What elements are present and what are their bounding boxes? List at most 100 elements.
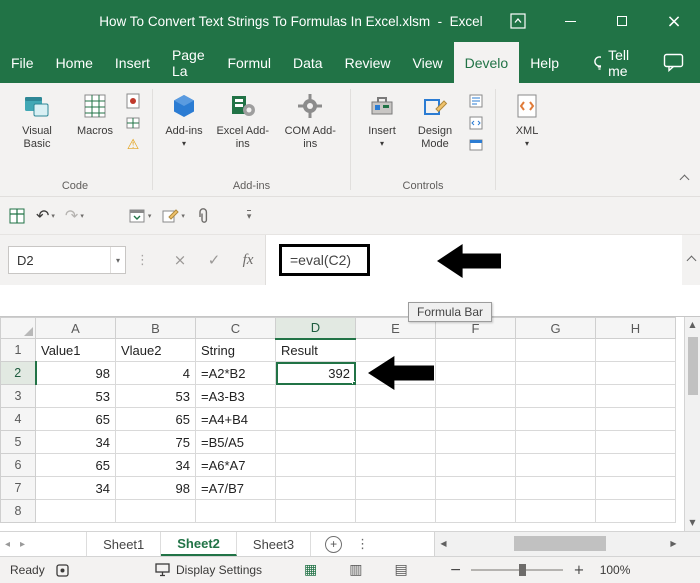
horizontal-scrollbar-track[interactable] [452, 532, 665, 556]
sheet-tab-sheet3[interactable]: Sheet3 [237, 532, 312, 556]
cell-F7[interactable] [435, 476, 516, 500]
cell-C6[interactable]: =A6*A7 [195, 453, 276, 477]
zoom-out-button[interactable]: − [450, 562, 462, 578]
sheet-tab-sheet1[interactable]: Sheet1 [86, 532, 162, 556]
sheet-tab-sheet2[interactable]: Sheet2 [161, 532, 237, 556]
scroll-left-icon[interactable]: ◀ [435, 536, 452, 552]
sheet-nav-right-icon[interactable]: ▸ [15, 532, 30, 556]
cell-D4[interactable] [275, 407, 356, 431]
page-layout-view-button[interactable]: ▥ [349, 562, 362, 578]
cell-H4[interactable] [595, 407, 676, 431]
cell-B1[interactable]: Vlaue2 [115, 338, 196, 362]
insert-controls-button[interactable]: Insert ▾ [357, 85, 407, 150]
normal-view-button[interactable]: ▦ [304, 562, 317, 578]
cell-G1[interactable] [515, 338, 596, 362]
row-header-1[interactable]: 1 [0, 338, 36, 362]
new-sheet-button[interactable]: + [325, 535, 343, 553]
cell-C5[interactable]: =B5/A5 [195, 430, 276, 454]
cell-A5[interactable]: 34 [35, 430, 116, 454]
cell-B3[interactable]: 53 [115, 384, 196, 408]
column-header-H[interactable]: H [595, 317, 676, 339]
cell-D5[interactable] [275, 430, 356, 454]
cell-F6[interactable] [435, 453, 516, 477]
visual-basic-button[interactable]: Visual Basic [4, 85, 70, 153]
view-code-icon[interactable] [467, 115, 485, 131]
sheet-nav-left-icon[interactable]: ◂ [0, 532, 15, 556]
select-all-button[interactable] [0, 317, 36, 339]
record-macro-icon[interactable] [124, 93, 142, 109]
cell-C1[interactable]: String [195, 338, 276, 362]
cell-H6[interactable] [595, 453, 676, 477]
run-dialog-icon[interactable] [467, 137, 485, 153]
cell-D1[interactable]: Result [275, 338, 356, 362]
comments-button[interactable] [647, 42, 700, 83]
cell-E7[interactable] [355, 476, 436, 500]
cell-B5[interactable]: 75 [115, 430, 196, 454]
row-header-2[interactable]: 2 [0, 361, 37, 385]
cell-G4[interactable] [515, 407, 596, 431]
vertical-scrollbar-thumb[interactable] [687, 337, 698, 395]
cell-E6[interactable] [355, 453, 436, 477]
row-header-4[interactable]: 4 [0, 407, 36, 431]
com-add-ins-button[interactable]: COM Add-ins [277, 85, 345, 153]
tab-review[interactable]: Review [334, 42, 402, 83]
cell-H7[interactable] [595, 476, 676, 500]
scroll-down-icon[interactable]: ▼ [689, 515, 695, 531]
cell-C4[interactable]: =A4+B4 [195, 407, 276, 431]
cell-H1[interactable] [595, 338, 676, 362]
cell-G6[interactable] [515, 453, 596, 477]
edit-tool-button[interactable]: ▾ [161, 207, 185, 225]
cell-F3[interactable] [435, 384, 516, 408]
xml-button[interactable]: XML ▾ [502, 85, 552, 150]
name-box-dropdown-icon[interactable]: ▾ [109, 247, 125, 273]
cell-A2[interactable]: 98 [35, 361, 116, 385]
tell-me-box[interactable]: Tell me [580, 42, 647, 83]
row-header-7[interactable]: 7 [0, 476, 36, 500]
cell-A4[interactable]: 65 [35, 407, 116, 431]
zoom-in-button[interactable]: + [573, 563, 584, 578]
cell-E5[interactable] [355, 430, 436, 454]
name-box[interactable]: D2 ▾ [8, 246, 126, 274]
cell-G5[interactable] [515, 430, 596, 454]
relative-references-icon[interactable] [124, 115, 142, 131]
vertical-scrollbar[interactable]: ▲ ▼ [684, 317, 700, 531]
cell-F5[interactable] [435, 430, 516, 454]
redo-button[interactable]: ↷ ▾ [65, 206, 84, 225]
cell-H5[interactable] [595, 430, 676, 454]
column-header-A[interactable]: A [35, 317, 116, 339]
cell-C2[interactable]: =A2*B2 [195, 361, 276, 385]
ribbon-display-options-button[interactable] [492, 0, 544, 42]
horizontal-scrollbar-thumb[interactable] [514, 536, 606, 551]
cell-E3[interactable] [355, 384, 436, 408]
cell-B6[interactable]: 34 [115, 453, 196, 477]
cancel-entry-icon[interactable]: × [163, 251, 197, 269]
macros-button[interactable]: Macros [70, 85, 120, 140]
design-mode-button[interactable]: Design Mode [407, 85, 463, 153]
tab-page-layout[interactable]: Page La [161, 42, 217, 83]
tab-insert[interactable]: Insert [104, 42, 161, 83]
cell-A6[interactable]: 65 [35, 453, 116, 477]
cell-G3[interactable] [515, 384, 596, 408]
cell-H8[interactable] [595, 499, 676, 523]
cell-A8[interactable] [35, 499, 116, 523]
cell-E8[interactable] [355, 499, 436, 523]
collapse-formula-bar-button[interactable] [682, 235, 700, 285]
zoom-slider[interactable] [471, 564, 564, 576]
zoom-slider-thumb[interactable] [519, 564, 527, 576]
cell-A1[interactable]: Value1 [35, 338, 116, 362]
cell-C8[interactable] [195, 499, 276, 523]
column-header-D[interactable]: D [275, 317, 356, 340]
cell-F4[interactable] [435, 407, 516, 431]
tab-home[interactable]: Home [45, 42, 104, 83]
attachment-button[interactable] [195, 207, 211, 225]
cell-E4[interactable] [355, 407, 436, 431]
cell-B8[interactable] [115, 499, 196, 523]
sheet-options-icon[interactable]: ⋮ [356, 532, 369, 556]
scroll-up-icon[interactable]: ▲ [689, 317, 695, 333]
cell-F1[interactable] [435, 338, 516, 362]
cell-F8[interactable] [435, 499, 516, 523]
cell-B2[interactable]: 4 [115, 361, 196, 385]
page-break-view-button[interactable]: ▤ [395, 562, 408, 578]
fill-handle[interactable] [352, 381, 355, 384]
tab-formulas[interactable]: Formul [216, 42, 282, 83]
